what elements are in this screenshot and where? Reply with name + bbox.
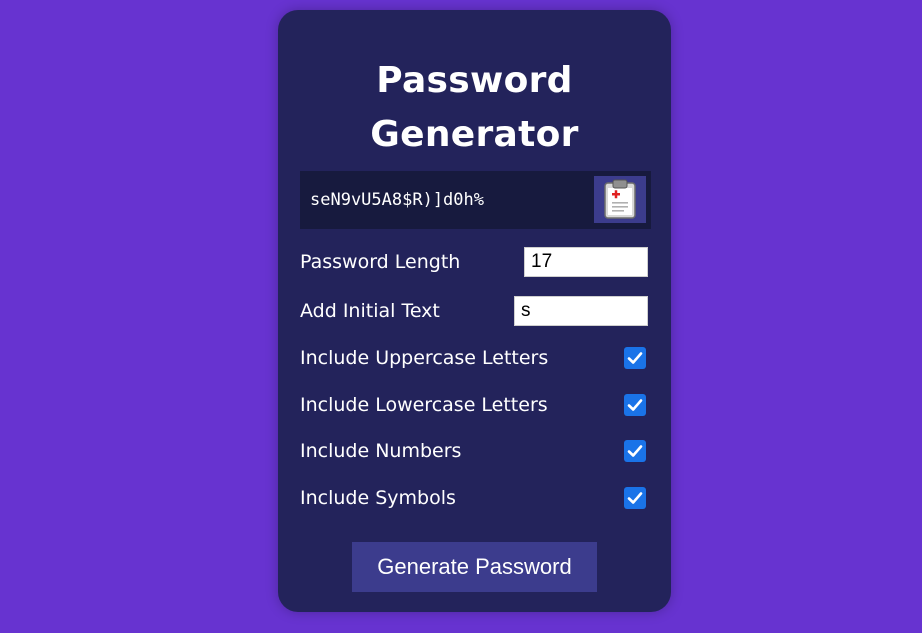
option-symbols-label: Include Symbols [300, 487, 456, 509]
option-lowercase-row: Include Lowercase Letters [300, 390, 648, 420]
title-line-2: Generator [370, 114, 579, 155]
option-lowercase-label: Include Lowercase Letters [300, 394, 548, 416]
initial-text-row: Add Initial Text [300, 296, 648, 326]
password-result-box: seN9vU5A8$R)]d0h% [300, 171, 651, 229]
option-uppercase-row: Include Uppercase Letters [300, 343, 648, 373]
password-generator-card: Password Generator seN9vU5A8$R)]d0h% Pas… [278, 10, 671, 612]
lowercase-checkbox[interactable] [624, 394, 646, 416]
checkmark-icon [627, 399, 643, 411]
generated-password: seN9vU5A8$R)]d0h% [310, 190, 484, 210]
clipboard-icon [604, 179, 636, 219]
title-line-1: Password [376, 60, 573, 101]
symbols-checkbox[interactable] [624, 487, 646, 509]
numbers-checkbox[interactable] [624, 440, 646, 462]
initial-text-label: Add Initial Text [300, 300, 440, 322]
generate-password-button[interactable]: Generate Password [352, 542, 597, 592]
password-length-row: Password Length [300, 247, 648, 277]
checkmark-icon [627, 445, 643, 457]
option-uppercase-label: Include Uppercase Letters [300, 347, 549, 369]
password-length-input[interactable] [524, 247, 648, 277]
option-numbers-label: Include Numbers [300, 440, 462, 462]
initial-text-input[interactable] [514, 296, 648, 326]
option-numbers-row: Include Numbers [300, 436, 648, 466]
checkmark-icon [627, 352, 643, 364]
option-symbols-row: Include Symbols [300, 483, 648, 513]
copy-to-clipboard-button[interactable] [594, 176, 646, 223]
uppercase-checkbox[interactable] [624, 347, 646, 369]
checkmark-icon [627, 492, 643, 504]
password-length-label: Password Length [300, 251, 461, 273]
page-title: Password Generator [278, 54, 671, 162]
